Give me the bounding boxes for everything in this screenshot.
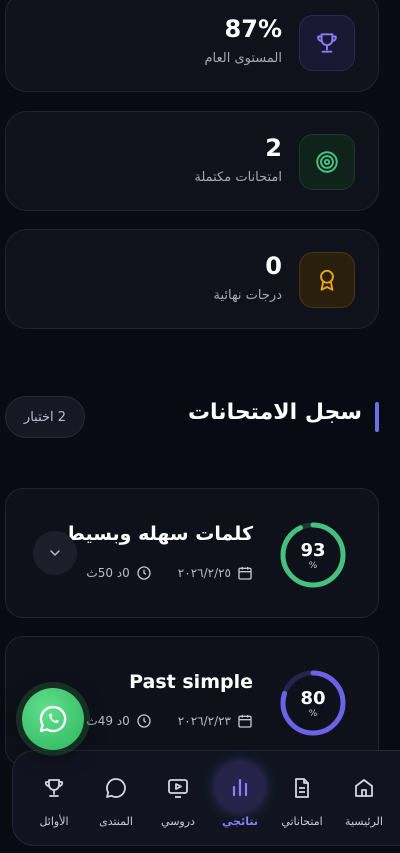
expand-button[interactable] <box>33 531 77 575</box>
stat-card-final-grades: 0 درجات نهائية <box>5 229 379 329</box>
trophy-icon <box>317 33 337 53</box>
clock-icon <box>137 714 151 728</box>
score-value: 80 <box>300 688 326 709</box>
stat-value: 87% <box>224 15 282 43</box>
chart-bars-icon <box>216 763 264 811</box>
award-icon <box>320 269 334 291</box>
stat-card-completed-exams: 2 امتحانات مكتملة <box>5 111 379 211</box>
document-icon <box>285 771 319 805</box>
stat-label: امتحانات مكتملة <box>194 170 282 185</box>
score-unit: % <box>308 561 318 571</box>
whatsapp-button[interactable] <box>22 688 84 750</box>
stat-value: 0 <box>265 252 282 280</box>
trophy-icon-box <box>299 15 355 71</box>
bottom-navigation: الرئيسية امتحاناتي نتائجي دروسي المنتدى … <box>12 750 400 846</box>
exam-title: كلمات سهله وبسيطه <box>55 523 253 545</box>
clock-icon <box>137 566 151 580</box>
nav-label: المنتدى <box>99 815 133 828</box>
exam-count-badge: 2 اختبار <box>5 396 85 438</box>
exam-duration: 0د 49ث <box>86 714 130 728</box>
calendar-icon <box>238 567 252 580</box>
exam-meta: ٢٠٢٦/٢/٢٣ 0د 49ث <box>86 713 253 729</box>
stat-label: درجات نهائية <box>213 288 282 303</box>
nav-label: الأوائل <box>39 815 69 828</box>
chat-icon <box>99 771 133 805</box>
stat-label: المستوى العام <box>204 51 283 66</box>
whatsapp-icon <box>39 705 67 733</box>
nav-label: دروسي <box>161 815 195 828</box>
nav-item-my-exams[interactable]: امتحاناتي <box>271 751 333 847</box>
nav-item-top-students[interactable]: الأوائل <box>23 751 85 847</box>
nav-label: نتائجي <box>222 815 258 828</box>
nav-item-forum[interactable]: المنتدى <box>85 751 147 847</box>
trophy-icon <box>37 771 71 805</box>
score-unit: % <box>308 709 318 719</box>
nav-label: امتحاناتي <box>281 815 323 828</box>
stat-value: 2 <box>265 134 282 162</box>
exam-date: ٢٠٢٦/٢/٢٥ <box>177 566 231 580</box>
exam-card[interactable]: 93 % كلمات سهله وبسيطه ٢٠٢٦/٢/٢٥ 0د 50ث <box>5 488 379 618</box>
section-title: سجل الامتحانات <box>187 400 362 425</box>
section-accent-bar <box>375 402 379 432</box>
video-icon <box>161 771 195 805</box>
nav-item-home[interactable]: الرئيسية <box>333 751 395 847</box>
target-icon <box>316 151 338 173</box>
exam-title: Past simple <box>129 671 253 693</box>
chevron-down-icon <box>50 550 60 556</box>
exam-date: ٢٠٢٦/٢/٢٣ <box>177 714 231 728</box>
nav-label: الرئيسية <box>345 815 383 828</box>
home-icon <box>347 771 381 805</box>
nav-item-my-results[interactable]: نتائجي <box>209 751 271 847</box>
stat-card-overall-level: 87% المستوى العام <box>5 0 379 92</box>
nav-item-my-lessons[interactable]: دروسي <box>147 751 209 847</box>
award-icon-box <box>299 252 355 308</box>
exam-duration: 0د 50ث <box>86 566 130 580</box>
target-icon-box <box>299 134 355 190</box>
calendar-icon <box>238 715 252 728</box>
exam-meta: ٢٠٢٦/٢/٢٥ 0د 50ث <box>86 565 253 581</box>
score-value: 93 <box>300 540 326 561</box>
